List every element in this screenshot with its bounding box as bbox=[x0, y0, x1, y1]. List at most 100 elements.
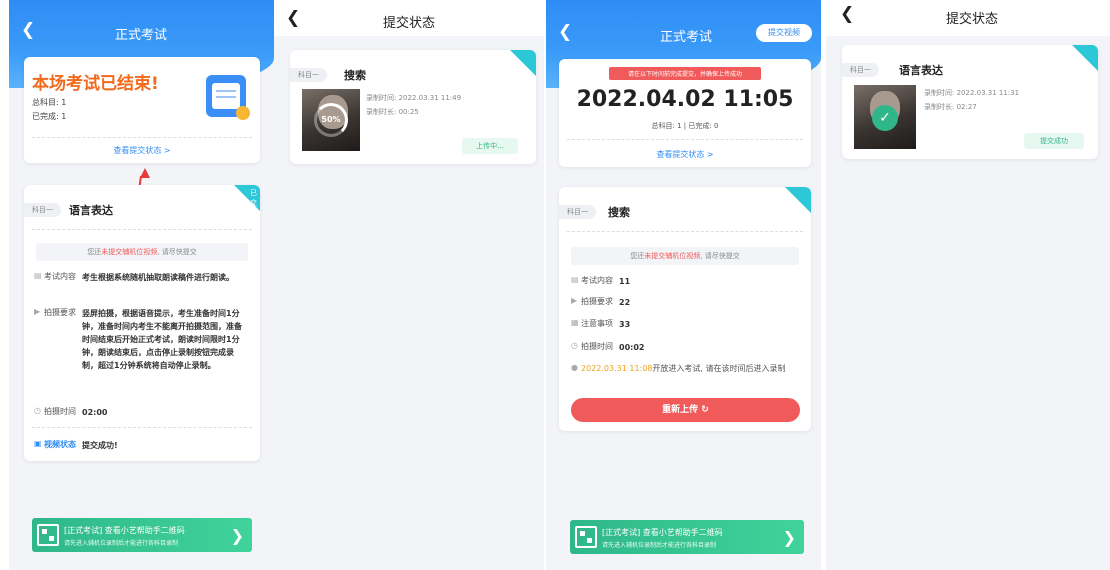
shooting-time-row: ◷ 拍摄时间 00:02 bbox=[571, 341, 644, 354]
reupload-button[interactable]: 重新上传 ↻ bbox=[571, 398, 800, 422]
open-time: 2022.03.31 11:08 bbox=[581, 364, 653, 373]
video-thumbnail: 50% bbox=[302, 89, 360, 151]
submit-status-uploading-panel: ❮ 提交状态 科目一 搜索 50% 录制时间: 2022.03.31 11:49… bbox=[274, 0, 544, 570]
qrcode-icon bbox=[575, 526, 597, 548]
camera-icon: ▶ bbox=[571, 296, 578, 305]
corner-badge bbox=[785, 187, 811, 213]
qrcode-bar-title: [正式考试] 查看小艺帮助手二维码 bbox=[64, 526, 185, 535]
row-label: 拍摄时间 bbox=[581, 342, 613, 351]
divider bbox=[567, 139, 803, 140]
row-label: 考试内容 bbox=[581, 276, 613, 285]
notes-row: ▦ 注意事项 33 bbox=[571, 318, 630, 331]
row-value: 02:00 bbox=[82, 408, 108, 417]
total-subjects: 总科目: 1 bbox=[32, 98, 67, 107]
back-icon[interactable]: ❮ bbox=[558, 24, 572, 41]
row-label: 注意事项 bbox=[581, 319, 613, 328]
document-icon: ▤ bbox=[571, 275, 579, 284]
exam-panel-pending: ❮ 正式考试 提交视频 请在以下时间前完成提交，并确保上传成功 2022.04.… bbox=[546, 0, 821, 570]
row-label: 拍摄要求 bbox=[581, 297, 613, 306]
page-title: 正式考试 bbox=[114, 28, 167, 43]
qrcode-bar-subtitle: 请先进入辅机位录制后才能进行各科目录制 bbox=[602, 542, 717, 549]
back-icon[interactable]: ❮ bbox=[21, 22, 35, 39]
deadline-card: 请在以下时间前完成提交，并确保上传成功 2022.04.02 11:05 总科目… bbox=[559, 59, 811, 167]
row-value: 考生根据系统随机抽取朗读稿件进行朗读。 bbox=[82, 273, 234, 282]
shooting-requirement-row: ▶ 拍摄要求 22 bbox=[571, 296, 630, 309]
qrcode-bar-title: [正式考试] 查看小艺帮助手二维码 bbox=[602, 528, 723, 537]
divider bbox=[32, 229, 252, 230]
success-card: 科目一 语言表达 ✓ 录制时间: 2022.03.31 11:31 录制时长: … bbox=[842, 45, 1098, 159]
exam-content-row: ▤ 考试内容 考生根据系统随机抽取朗读稿件进行朗读。 bbox=[34, 271, 254, 284]
aux-video-notice: 您还未提交辅机位视频, 请尽快提交 bbox=[36, 243, 248, 261]
record-time: 录制时间: 2022.03.31 11:49 bbox=[366, 94, 462, 102]
page-title: 正式考试 bbox=[659, 30, 712, 45]
record-duration: 录制时长: 00:25 bbox=[366, 108, 419, 116]
back-icon[interactable]: ❮ bbox=[840, 6, 854, 23]
shooting-time-row: ◷ 拍摄时间 02:00 bbox=[34, 406, 254, 419]
document-icon: ▤ bbox=[34, 271, 42, 280]
record-duration: 录制时长: 02:27 bbox=[924, 103, 977, 111]
submit-video-button[interactable]: 提交视频 bbox=[756, 24, 812, 42]
list-icon: ▦ bbox=[571, 318, 579, 327]
helper-qrcode-bar[interactable]: [正式考试] 查看小艺帮助手二维码 请先进入辅机位录制后才能进行各科目录制 ❯ bbox=[570, 520, 804, 554]
row-value: 22 bbox=[619, 298, 631, 307]
subject-name: 搜索 bbox=[344, 69, 366, 82]
divider bbox=[567, 231, 803, 232]
subject-name: 语言表达 bbox=[899, 64, 943, 77]
checkmark-icon: ✓ bbox=[872, 105, 898, 131]
subject-tag: 科目一 bbox=[290, 68, 327, 82]
subject-counts: 总科目: 1 | 已完成: 0 bbox=[651, 122, 719, 130]
clock-icon: ◷ bbox=[571, 341, 578, 350]
submitted-corner-badge: 已交 bbox=[234, 185, 260, 211]
exam-ended-banner: 本场考试已结束! 总科目: 1 已完成: 1 查看提交状态 > bbox=[24, 57, 260, 163]
record-time: 录制时间: 2022.03.31 11:31 bbox=[924, 89, 1020, 97]
view-submit-status-link[interactable]: 查看提交状态 > bbox=[559, 149, 811, 160]
view-submit-status-link[interactable]: 查看提交状态 > bbox=[24, 145, 260, 156]
subject-name: 搜索 bbox=[608, 206, 630, 219]
corner-badge bbox=[1072, 45, 1098, 71]
back-icon[interactable]: ❮ bbox=[286, 10, 300, 27]
submit-status-success-panel: ❮ 提交状态 科目一 语言表达 ✓ 录制时间: 2022.03.31 11:31… bbox=[826, 0, 1110, 570]
row-label: 拍摄要求 bbox=[44, 308, 76, 317]
row-label: 考试内容 bbox=[44, 272, 76, 281]
open-time-text: 开放进入考试, 请在该时间后进入录制 bbox=[652, 364, 786, 373]
video-icon: ▣ bbox=[34, 439, 42, 448]
chevron-right-icon: ❯ bbox=[230, 526, 244, 545]
open-time-row: ● 2022.03.31 11:08开放进入考试, 请在该时间后进入录制 bbox=[571, 363, 799, 375]
row-value: 竖屏拍摄，根据语音提示，考生准备时间1分钟，准备时间内考生不能离开拍摄范围，准备… bbox=[82, 309, 242, 370]
completed-subjects: 已完成: 1 bbox=[32, 112, 67, 121]
subject-tag: 科目一 bbox=[842, 63, 879, 77]
subject-card: 已交 科目一 语言表达 您还未提交辅机位视频, 请尽快提交 ▤ 考试内容 考生根… bbox=[24, 185, 260, 461]
exam-content-row: ▤ 考试内容 11 bbox=[571, 275, 630, 288]
subject-tag: 科目一 bbox=[24, 203, 61, 217]
row-label: 拍摄时间 bbox=[44, 407, 76, 416]
progress-ring: 50% bbox=[314, 103, 348, 137]
deadline-warning: 请在以下时间前完成提交，并确保上传成功 bbox=[609, 67, 761, 80]
video-thumbnail: ✓ bbox=[854, 85, 916, 149]
subject-tag: 科目一 bbox=[559, 205, 596, 219]
aux-video-notice: 您还未提交辅机位视频, 请尽快提交 bbox=[571, 247, 799, 265]
info-icon: ● bbox=[571, 363, 578, 372]
subject-card: 科目一 搜索 您还未提交辅机位视频, 请尽快提交 ▤ 考试内容 11 ▶ 拍摄要求 22… bbox=[559, 187, 811, 431]
row-value: 33 bbox=[619, 320, 631, 329]
camera-icon: ▶ bbox=[34, 307, 41, 316]
helper-qrcode-bar[interactable]: [正式考试] 查看小艺帮助手二维码 请先进入辅机位录制后才能进行各科目录制 ❯ bbox=[32, 518, 252, 552]
notepad-illustration-icon bbox=[206, 75, 250, 120]
row-value: 11 bbox=[619, 277, 631, 286]
divider bbox=[32, 427, 252, 428]
deadline-time: 2022.04.02 11:05 bbox=[576, 87, 794, 112]
video-status-row: ▣ 视频状态 提交成功! bbox=[34, 439, 254, 452]
exam-panel-ended: ❮ 正式考试 本场考试已结束! 总科目: 1 已完成: 1 查看提交状态 > 已… bbox=[9, 0, 274, 570]
row-label: 视频状态 bbox=[44, 440, 76, 449]
exam-ended-heading: 本场考试已结束! bbox=[32, 74, 159, 94]
qrcode-icon bbox=[37, 524, 59, 546]
clock-icon: ◷ bbox=[34, 406, 41, 415]
corner-badge bbox=[510, 50, 536, 76]
qrcode-bar-subtitle: 请先进入辅机位录制后才能进行各科目录制 bbox=[64, 540, 179, 547]
chevron-right-icon: ❯ bbox=[782, 528, 796, 547]
row-value: 提交成功! bbox=[82, 441, 118, 450]
divider bbox=[32, 137, 252, 138]
page-title: 提交状态 bbox=[382, 16, 435, 31]
shooting-requirement-row: ▶ 拍摄要求 竖屏拍摄，根据语音提示，考生准备时间1分钟，准备时间内考生不能离开… bbox=[34, 307, 254, 372]
upload-card: 科目一 搜索 50% 录制时间: 2022.03.31 11:49 录制时长: … bbox=[290, 50, 536, 164]
row-value: 00:02 bbox=[619, 343, 645, 352]
